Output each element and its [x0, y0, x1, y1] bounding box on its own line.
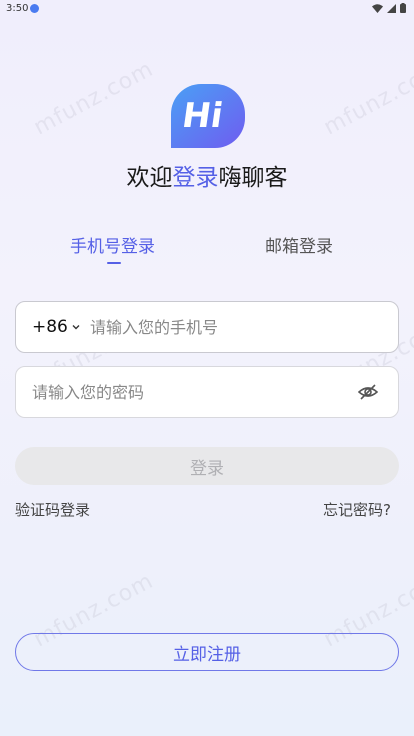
- login-tabs: 手机号登录 邮箱登录: [0, 232, 414, 272]
- phone-input[interactable]: [90, 302, 390, 352]
- status-bar: 3:50: [0, 0, 414, 18]
- notification-app-icon: [30, 4, 39, 13]
- status-icons: [372, 3, 406, 13]
- code-login-link[interactable]: 验证码登录: [15, 499, 90, 520]
- watermark: mfunz.com: [319, 56, 414, 141]
- app-logo: Hi: [171, 84, 245, 148]
- tab-email-login[interactable]: 邮箱登录: [265, 232, 333, 257]
- status-time: 3:50: [6, 3, 29, 14]
- eye-off-icon[interactable]: [358, 383, 378, 401]
- tab-phone-login[interactable]: 手机号登录: [70, 232, 155, 257]
- password-input[interactable]: [32, 367, 352, 417]
- welcome-accent: 登录: [172, 165, 219, 191]
- watermark: mfunz.com: [29, 56, 158, 141]
- register-button[interactable]: 立即注册: [15, 633, 399, 671]
- welcome-suffix: 嗨聊客: [218, 165, 288, 191]
- welcome-title: 欢迎登录嗨聊客: [0, 158, 414, 192]
- welcome-prefix: 欢迎: [126, 165, 173, 191]
- wifi-icon: [372, 3, 383, 13]
- signal-icon: [387, 3, 396, 13]
- login-button[interactable]: 登录: [15, 447, 399, 485]
- active-tab-indicator: [107, 262, 121, 264]
- chevron-down-icon[interactable]: [72, 324, 80, 330]
- logo-text: Hi: [180, 96, 226, 136]
- forgot-password-link[interactable]: 忘记密码?: [323, 499, 391, 520]
- country-code-selector[interactable]: +86: [32, 317, 68, 337]
- phone-field: +86: [15, 301, 399, 353]
- password-field: [15, 366, 399, 418]
- battery-icon: [400, 3, 406, 13]
